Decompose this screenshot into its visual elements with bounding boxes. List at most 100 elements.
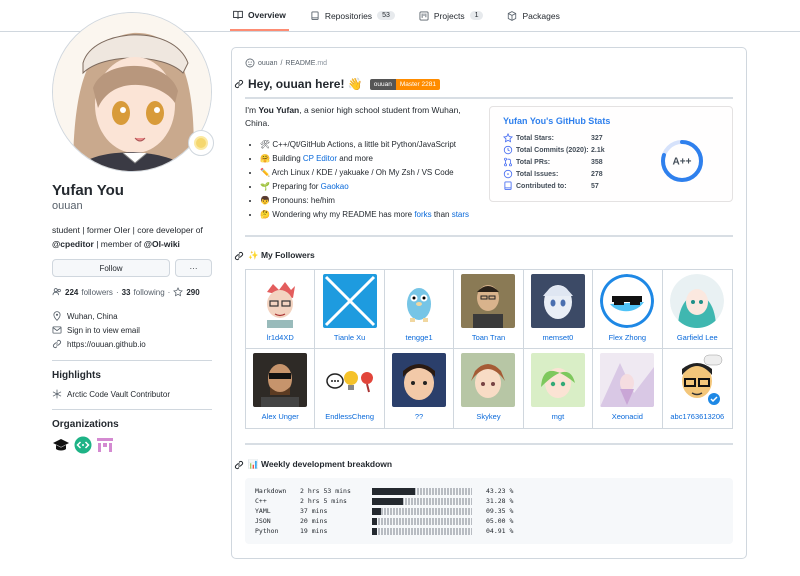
follower-avatar	[253, 353, 308, 407]
follower-cell[interactable]: Flex Zhong	[593, 270, 663, 349]
follower-cell[interactable]: Skykey	[454, 349, 524, 428]
readme-path-file: README.md	[285, 59, 328, 67]
profile-tabs: Overview Repositories 53 Projects 1 Pack…	[230, 0, 563, 31]
follower-cell[interactable]: abc1763613206	[663, 349, 732, 428]
highlight-item: Arctic Code Vault Contributor	[52, 389, 170, 399]
tab-overview[interactable]: Overview	[230, 0, 289, 31]
org-mention-cpeditor[interactable]: @cpeditor	[52, 239, 94, 249]
follower-name: lr1d4XD	[266, 333, 294, 342]
stars-link[interactable]: stars	[452, 210, 469, 219]
follower-avatar	[530, 274, 585, 328]
codeforces-badge[interactable]: ouuan Master 2281	[369, 78, 440, 90]
star-icon	[173, 287, 184, 297]
following-label[interactable]: following	[134, 288, 165, 297]
follower-cell[interactable]: memset0	[523, 270, 594, 349]
weekly-language: Markdown	[255, 487, 287, 495]
github-stats-card[interactable]: Yufan You's GitHub Stats Total Stars: 327…	[489, 106, 733, 202]
code-logo-icon	[74, 436, 92, 454]
follow-button[interactable]: Follow	[52, 259, 170, 277]
weekly-progress-fill	[372, 517, 377, 525]
tab-projects[interactable]: Projects 1	[416, 0, 487, 31]
project-count-badge: 1	[469, 11, 484, 20]
list-item: 🤔 Wondering why my README has more forks…	[260, 208, 469, 222]
follower-avatar	[392, 274, 447, 328]
list-item: 🌱 Preparing for Gaokao	[260, 180, 469, 194]
repo-icon	[311, 11, 319, 20]
follower-cell[interactable]: Toan Tran	[454, 270, 524, 349]
org-avatar-oi-wiki[interactable]	[52, 436, 70, 454]
repo-count-badge: 53	[377, 11, 395, 20]
follower-cell[interactable]: Alex Unger	[246, 349, 316, 428]
follower-cell[interactable]: Xeonacid	[593, 349, 663, 428]
org-mention-oiwiki[interactable]: @OI-wiki	[144, 239, 180, 249]
website-link[interactable]: https://ouuan.github.io	[67, 340, 146, 349]
cp-editor-link[interactable]: CP Editor	[303, 154, 337, 163]
followers-count[interactable]: 224	[65, 288, 78, 297]
sidebar-divider	[52, 360, 212, 361]
graduation-cap-icon	[53, 439, 69, 451]
follower-cell[interactable]: mgt	[524, 349, 594, 428]
issue-icon	[503, 169, 513, 179]
package-icon	[508, 10, 517, 21]
list-item: ✏️ Arch Linux / KDE / yakuake / Oh My Zs…	[260, 166, 469, 180]
tab-label: Projects	[433, 10, 465, 21]
follower-name: ??	[414, 412, 424, 421]
followers-grid: lr1d4XD Tianle Xu tengge1 Toan Tran mems…	[245, 269, 733, 429]
email-signin-link[interactable]: Sign in to view email	[67, 326, 140, 335]
anchor-link-icon[interactable]	[234, 251, 244, 261]
follower-avatar	[392, 353, 447, 407]
people-icon	[52, 288, 61, 296]
highlight-text: Arctic Code Vault Contributor	[67, 389, 171, 399]
link-icon	[52, 339, 62, 349]
follower-name: Skykey	[476, 412, 501, 421]
org-avatar-third[interactable]	[96, 436, 114, 454]
follower-cell[interactable]: lr1d4XD	[246, 270, 316, 349]
weekly-progress-bar	[372, 517, 472, 525]
location-icon	[53, 311, 61, 321]
weekly-progress-bar	[372, 527, 472, 535]
follower-cell[interactable]: Garfield Lee	[662, 270, 732, 349]
highlights-heading: Highlights	[52, 370, 101, 381]
star-icon	[503, 133, 513, 143]
anchor-link-icon[interactable]	[234, 460, 244, 470]
followers-label[interactable]: followers	[81, 288, 113, 297]
website-row: https://ouuan.github.io	[52, 339, 146, 349]
tab-repositories[interactable]: Repositories 53	[307, 0, 398, 31]
readme-intro: I'm You Yufan, a senior high school stud…	[245, 105, 461, 128]
following-count[interactable]: 33	[122, 288, 131, 297]
follower-cell[interactable]: Tianle Xu	[315, 270, 385, 349]
org-avatar-cpeditor[interactable]	[74, 436, 92, 454]
tab-label: Overview	[248, 9, 286, 20]
status-emoji[interactable]	[188, 130, 214, 156]
gaokao-link[interactable]: Gaokao	[321, 182, 349, 191]
weekly-breakdown-codeblock: Markdown 2 hrs 53 mins 43.23 % C++ 2 hrs 5 m…	[245, 478, 733, 544]
followers-heading: ✨ My Followers	[234, 250, 315, 261]
forks-link[interactable]: forks	[414, 210, 431, 219]
weekly-language: YAML	[255, 507, 271, 515]
badge-left: ouuan	[369, 78, 396, 90]
more-options-button[interactable]: ···	[175, 259, 212, 277]
follower-name: tengge1	[405, 333, 433, 342]
stars-count[interactable]: 290	[186, 288, 199, 297]
weekly-progress-bar	[372, 497, 472, 505]
follower-cell[interactable]: EndlessCheng	[315, 349, 385, 428]
weekly-progress-fill	[372, 487, 415, 495]
weekly-row: Markdown 2 hrs 53 mins 43.23 %	[255, 487, 526, 495]
follower-avatar	[322, 353, 377, 407]
weekly-progress-bar	[372, 507, 472, 515]
building-logo-icon	[97, 438, 113, 452]
weekly-percent: 09.35 %	[486, 507, 514, 515]
organizations-heading: Organizations	[52, 419, 119, 430]
tab-label: Repositories	[324, 10, 373, 21]
follower-cell[interactable]: tengge1	[384, 270, 455, 349]
location-text: Wuhan, China	[67, 311, 118, 321]
readme-path-user[interactable]: ouuan	[258, 60, 277, 67]
follower-name: Xeonacid	[611, 412, 643, 421]
stats-title: Yufan You's GitHub Stats	[503, 116, 611, 126]
grade-ring: A++	[661, 140, 703, 182]
anchor-link-icon[interactable]	[234, 79, 244, 89]
follower-cell[interactable]: ??	[385, 349, 455, 428]
book-icon	[233, 10, 243, 19]
tab-packages[interactable]: Packages	[504, 0, 562, 31]
stats-row: Total Issues: 278	[503, 169, 603, 179]
